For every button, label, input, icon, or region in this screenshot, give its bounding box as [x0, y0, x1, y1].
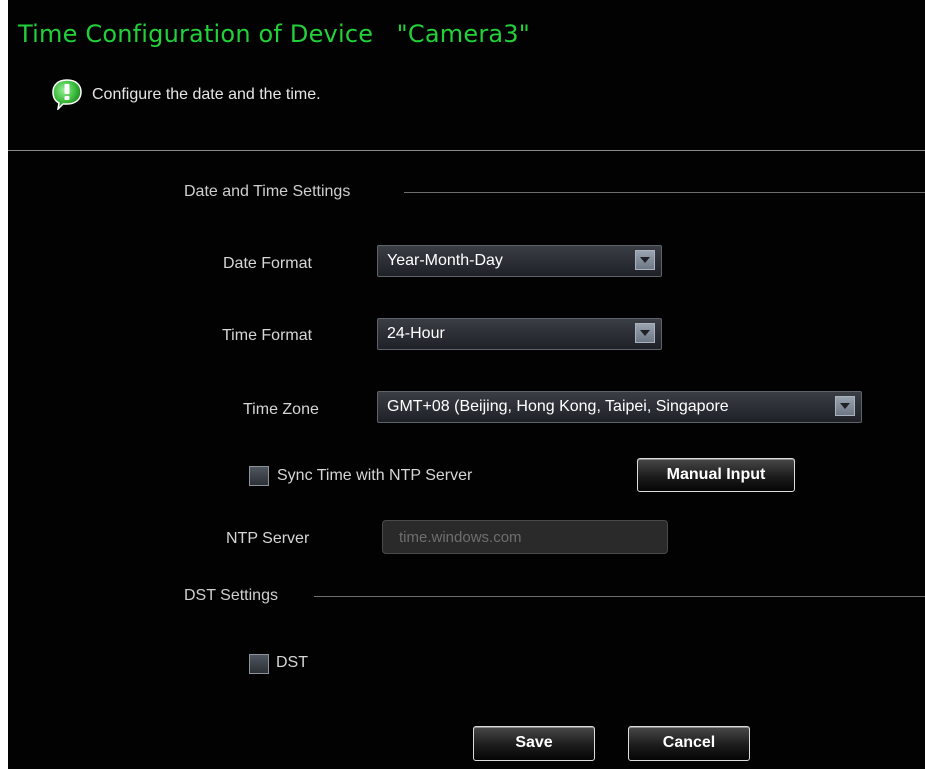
chevron-down-icon[interactable]: [835, 396, 855, 416]
ntp-sync-checkbox[interactable]: [249, 466, 269, 486]
section-divider-date-time: [404, 192, 925, 193]
ntp-server-input[interactable]: time.windows.com: [382, 520, 668, 554]
info-bubble-icon: [52, 79, 82, 110]
header-divider: [8, 150, 925, 151]
ntp-sync-label: Sync Time with NTP Server: [277, 467, 473, 484]
time-format-label: Time Format: [222, 327, 313, 344]
save-button[interactable]: Save: [473, 726, 595, 761]
time-format-value: 24-Hour: [387, 325, 445, 342]
time-format-select[interactable]: 24-Hour: [377, 318, 662, 350]
time-zone-label: Time Zone: [243, 401, 319, 418]
section-title-date-time: Date and Time Settings: [184, 183, 351, 200]
section-title-dst: DST Settings: [184, 587, 278, 604]
manual-input-button[interactable]: Manual Input: [637, 458, 795, 492]
date-format-label: Date Format: [223, 255, 312, 272]
ntp-server-label: NTP Server: [226, 530, 310, 547]
hint-text: Configure the date and the time.: [92, 86, 321, 103]
time-config-panel: [8, 0, 925, 769]
time-zone-value: GMT+08 (Beijing, Hong Kong, Taipei, Sing…: [387, 398, 729, 415]
chevron-down-icon[interactable]: [635, 250, 655, 270]
page-title: Time Configuration of Device "Camera3": [18, 20, 531, 48]
section-divider-dst: [314, 596, 925, 597]
chevron-down-icon[interactable]: [635, 323, 655, 343]
date-format-select[interactable]: Year-Month-Day: [377, 245, 662, 277]
time-zone-select[interactable]: GMT+08 (Beijing, Hong Kong, Taipei, Sing…: [377, 391, 862, 423]
date-format-value: Year-Month-Day: [387, 252, 503, 269]
cancel-button[interactable]: Cancel: [628, 726, 750, 761]
dst-label: DST: [276, 654, 308, 671]
dst-checkbox[interactable]: [249, 654, 269, 674]
